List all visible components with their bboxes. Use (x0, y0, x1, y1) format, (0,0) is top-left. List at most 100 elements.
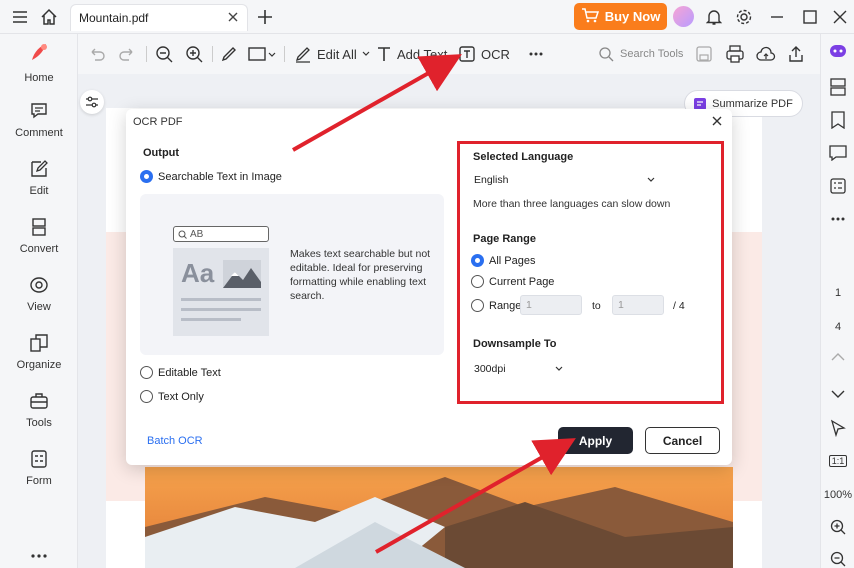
cancel-button[interactable]: Cancel (645, 427, 720, 454)
minimize-icon[interactable] (766, 6, 788, 28)
title-bar: Mountain.pdf Buy Now (0, 0, 854, 34)
actual-size-button[interactable]: 1:1 (821, 455, 854, 467)
sidebar-label-organize: Organize (16, 359, 62, 371)
chevron-up-icon[interactable] (821, 352, 854, 362)
edit-all-label: Edit All (317, 46, 357, 62)
add-text-button[interactable]: Add Text (376, 43, 447, 65)
zoom-in-icon[interactable] (821, 519, 854, 535)
thumbnails-icon[interactable] (821, 78, 854, 96)
sidebar-item-comment[interactable]: Comment (0, 101, 78, 151)
sidebar-item-form[interactable]: Form (0, 449, 78, 499)
form-fields-icon[interactable] (821, 178, 854, 194)
share-icon[interactable] (787, 43, 805, 65)
add-text-label: Add Text (397, 46, 448, 62)
mountain-photo (145, 467, 733, 568)
more-panels-icon[interactable] (821, 216, 854, 222)
menu-icon[interactable] (9, 6, 31, 28)
edit-icon (31, 160, 48, 177)
comments-panel-icon[interactable] (821, 145, 854, 161)
form-icon (31, 450, 47, 468)
radio-editable-text[interactable]: Editable Text (140, 366, 221, 379)
save-icon[interactable] (696, 43, 712, 65)
dialog-title: OCR PDF (133, 116, 183, 128)
apply-button[interactable]: Apply (558, 427, 633, 454)
page-current[interactable]: 1 (821, 287, 854, 299)
preview-image-icon (223, 260, 261, 288)
preview-document: Aa (173, 248, 269, 336)
zoom-out-icon[interactable] (821, 551, 854, 567)
filter-settings-icon[interactable] (80, 90, 104, 114)
radio-label: Editable Text (158, 366, 221, 379)
toolbar: Edit All Add Text OCR Search Tools (78, 34, 820, 74)
summarize-icon (694, 97, 707, 110)
organize-icon (30, 334, 48, 352)
rectangle-icon (248, 47, 276, 61)
batch-ocr-link[interactable]: Batch OCR (147, 435, 203, 447)
ai-assistant-icon[interactable] (821, 44, 854, 58)
sidebar-item-convert[interactable]: Convert (0, 217, 78, 267)
view-icon (30, 277, 48, 293)
new-tab-icon[interactable] (254, 6, 276, 28)
zoom-level[interactable]: 100% (821, 489, 854, 501)
document-tab[interactable]: Mountain.pdf (70, 4, 248, 31)
left-sidebar: Home Comment Edit Convert View Organize … (0, 34, 78, 568)
right-sidebar: 1 4 1:1 100% (820, 34, 854, 568)
preview-search-text: AB (190, 228, 204, 240)
avatar[interactable] (673, 6, 694, 27)
gear-icon[interactable] (733, 6, 755, 28)
bookmark-icon[interactable] (821, 111, 854, 129)
radio-searchable-text[interactable]: Searchable Text in Image (140, 170, 282, 183)
search-tools-field[interactable]: Search Tools (598, 43, 683, 65)
edit-all-icon (295, 47, 310, 63)
shape-tool[interactable] (248, 43, 276, 65)
edit-all-button[interactable]: Edit All (294, 43, 370, 65)
ocr-icon (459, 46, 475, 62)
sidebar-label-tools: Tools (26, 417, 52, 429)
buy-now-label: Buy Now (604, 9, 661, 24)
chevron-down-icon[interactable] (821, 389, 854, 399)
radio-label: Text Only (158, 390, 204, 403)
comment-icon (31, 103, 47, 119)
redo-icon[interactable] (118, 43, 136, 65)
close-tab-icon[interactable] (225, 9, 241, 25)
highlight-pen-icon[interactable] (220, 43, 238, 65)
home-icon[interactable] (38, 6, 60, 28)
ocr-preview: AB Aa Makes text searchable but not edit… (140, 194, 444, 355)
zoom-in-icon[interactable] (185, 43, 203, 65)
sidebar-label-edit: Edit (29, 185, 49, 197)
sidebar-item-organize[interactable]: Organize (0, 333, 78, 383)
cloud-upload-icon[interactable] (756, 43, 776, 65)
sidebar-label-view: View (27, 301, 51, 313)
sidebar-label-convert: Convert (19, 243, 59, 255)
preview-sample-text: Aa (181, 258, 215, 288)
bell-icon[interactable] (703, 6, 725, 28)
select-cursor-icon[interactable] (821, 419, 854, 437)
sidebar-item-edit[interactable]: Edit (0, 159, 78, 209)
page-total: 4 (834, 321, 842, 333)
output-description: Makes text searchable but not editable. … (290, 248, 431, 302)
close-icon[interactable] (710, 114, 724, 128)
close-window-icon[interactable] (829, 6, 851, 28)
sidebar-item-home[interactable]: Home (0, 40, 78, 90)
maximize-icon[interactable] (799, 6, 821, 28)
undo-icon[interactable] (88, 43, 106, 65)
search-icon (178, 230, 187, 239)
highlight-box (457, 141, 724, 404)
preview-search-box: AB (173, 226, 269, 242)
more-tools-icon[interactable] (528, 43, 544, 65)
print-icon[interactable] (726, 43, 744, 65)
more-icon[interactable] (0, 552, 78, 568)
tab-title: Mountain.pdf (79, 11, 149, 25)
buy-now-button[interactable]: Buy Now (574, 3, 667, 30)
radio-text-only[interactable]: Text Only (140, 390, 204, 403)
sidebar-item-tools[interactable]: Tools (0, 391, 78, 441)
sidebar-item-view[interactable]: View (0, 275, 78, 325)
tools-icon (30, 393, 48, 409)
home-logo-icon (32, 44, 47, 60)
zoom-out-icon[interactable] (155, 43, 173, 65)
radio-label: Searchable Text in Image (158, 170, 282, 183)
sidebar-label-form: Form (26, 475, 52, 487)
radio-indicator (140, 366, 153, 379)
cart-icon (581, 7, 599, 26)
ocr-button[interactable]: OCR (458, 43, 510, 65)
